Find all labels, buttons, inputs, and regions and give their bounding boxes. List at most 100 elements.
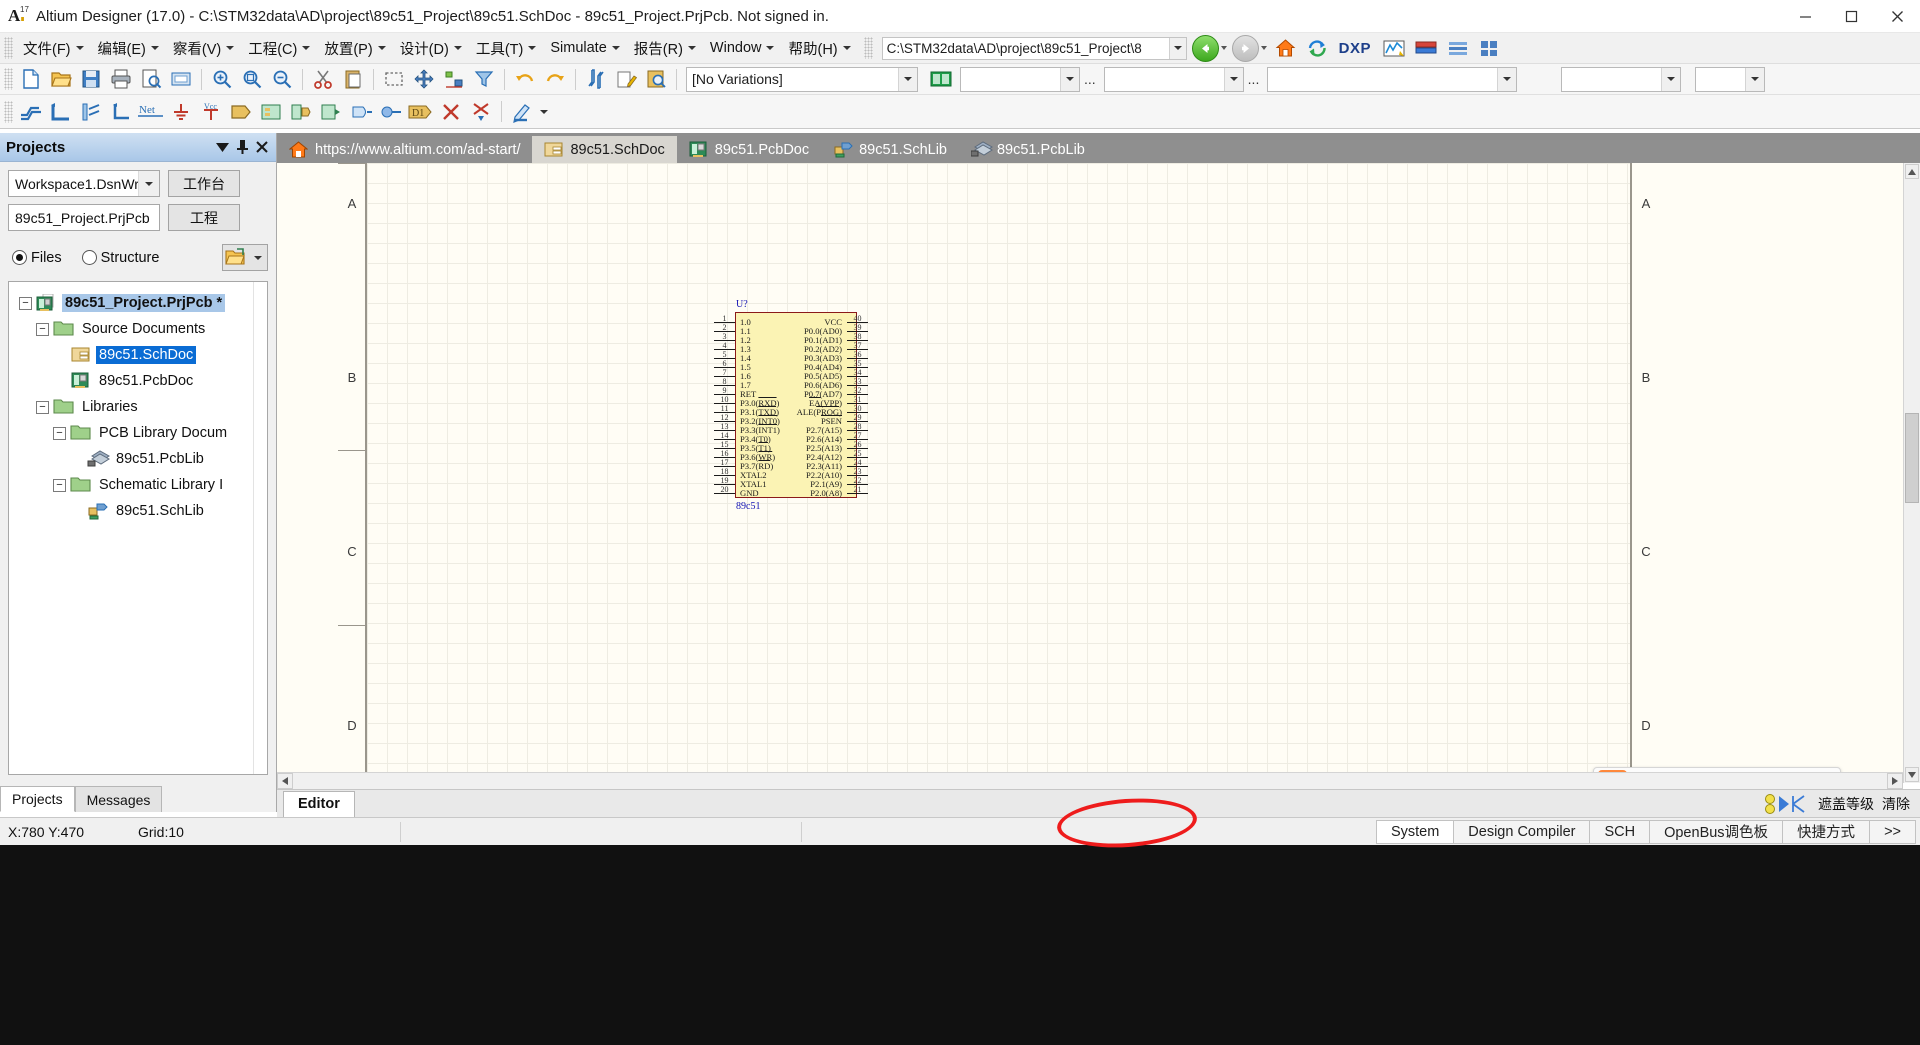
refresh-button[interactable] — [1304, 36, 1331, 61]
radio-files[interactable] — [12, 250, 27, 265]
menu-drag-grip[interactable] — [4, 37, 13, 59]
scroll-left-icon[interactable] — [277, 773, 293, 789]
place-part-button[interactable] — [226, 98, 256, 125]
panel-menu-chevron-icon[interactable] — [216, 142, 229, 152]
align-panel-icon[interactable] — [1445, 36, 1472, 61]
menu-reports[interactable]: 报告(R) — [627, 36, 703, 61]
toolbar-combo-1-dropdown[interactable] — [1060, 67, 1079, 91]
place-bus-button[interactable] — [46, 98, 76, 125]
tree-item-project[interactable]: − 89c51_Project.PrjPcb * — [9, 290, 267, 316]
workspace-dropdown[interactable] — [138, 171, 159, 196]
menu-design[interactable]: 设计(D) — [393, 36, 469, 61]
radio-structure[interactable] — [81, 250, 97, 265]
panel-pin-icon[interactable] — [237, 140, 248, 154]
menu-help[interactable]: 帮助(H) — [781, 36, 857, 61]
maximize-button[interactable] — [1828, 0, 1874, 33]
update-from-pcb-button[interactable] — [926, 66, 956, 93]
select-area-button[interactable] — [379, 66, 409, 93]
toolbar-combo-3-dropdown[interactable] — [1497, 67, 1517, 91]
nav-toolbar-grip[interactable] — [863, 37, 873, 59]
toolbar-combo-2-dropdown[interactable] — [1223, 67, 1243, 91]
component-89c51[interactable]: U? 89c51 1 1.0 2 1.1 3 1.2 4 1.3 5 1.4 6 1.5 7 1.6 8 1.… — [710, 299, 872, 512]
signal-analysis-icon[interactable] — [1381, 36, 1408, 61]
toolbar-combo-4-dropdown[interactable] — [1661, 67, 1681, 91]
paste-button[interactable] — [338, 66, 368, 93]
scroll-right-icon[interactable] — [1887, 773, 1903, 789]
menu-window[interactable]: Window — [703, 36, 782, 61]
toolbar-combo-5[interactable] — [1695, 66, 1766, 92]
schematic-canvas[interactable]: A B C D A B C D U? 89c51 1 1.0 2 1.1 3 1.2 4 1.… — [277, 163, 1920, 783]
minimize-button[interactable] — [1782, 0, 1828, 33]
align-button[interactable] — [439, 66, 469, 93]
tree-item-schdoc[interactable]: 89c51.SchDoc — [9, 342, 267, 368]
layers-panel-icon[interactable] — [1413, 36, 1440, 61]
place-sheet-entry-button[interactable] — [286, 98, 316, 125]
address-bar-dropdown[interactable] — [1168, 37, 1186, 59]
toolbar-combo-4[interactable] — [1561, 66, 1682, 92]
toolbar-ellipsis-1[interactable]: ... — [1084, 71, 1096, 87]
back-history-chevron-icon[interactable] — [1220, 46, 1227, 50]
expander-minus-icon[interactable]: − — [53, 478, 66, 492]
drawing-tools-chevron-icon[interactable] — [540, 109, 548, 114]
menu-view[interactable]: 察看(V) — [166, 36, 241, 61]
open-project-dropdown-button[interactable] — [222, 244, 268, 271]
doc-tab-ad-start[interactable]: https://www.altium.com/ad-start/ — [277, 136, 533, 163]
workspace-combo[interactable]: Workspace1.DsnWrk — [8, 170, 160, 197]
annotate-button[interactable] — [581, 66, 611, 93]
browse-library-button[interactable] — [641, 66, 671, 93]
save-button[interactable] — [76, 66, 106, 93]
place-gnd-power-port-button[interactable] — [166, 98, 196, 125]
systab-system[interactable]: System — [1375, 819, 1454, 844]
project-button[interactable]: 工程 — [168, 204, 240, 231]
tree-item-pcbdoc[interactable]: 89c51.PcbDoc — [9, 368, 267, 394]
place-port-button[interactable] — [376, 98, 406, 125]
place-no-erc-button[interactable] — [436, 98, 466, 125]
doc-tab-schlib[interactable]: 89c51.SchLib — [821, 136, 959, 163]
toolbar-ellipsis-2[interactable]: ... — [1248, 71, 1260, 87]
scroll-down-icon[interactable] — [1905, 767, 1919, 782]
close-button[interactable] — [1874, 0, 1920, 33]
tree-item-pcblib[interactable]: 89c51.PcbLib — [9, 446, 267, 472]
systab-sch[interactable]: SCH — [1589, 819, 1650, 844]
toolbar-combo-3[interactable] — [1267, 66, 1518, 92]
place-harness-connector-button[interactable] — [346, 98, 376, 125]
toolbar-combo-5-dropdown[interactable] — [1745, 67, 1765, 91]
new-document-button[interactable] — [16, 66, 46, 93]
expander-minus-icon[interactable]: − — [19, 296, 32, 310]
place-wire-button[interactable] — [16, 98, 46, 125]
menu-simulate[interactable]: Simulate — [543, 36, 626, 61]
project-value[interactable]: 89c51_Project.PrjPcb — [8, 204, 160, 231]
toolbar-combo-1[interactable] — [960, 66, 1080, 92]
forward-history-chevron-icon[interactable] — [1260, 46, 1267, 50]
doc-tab-pcblib[interactable]: 89c51.PcbLib — [958, 136, 1097, 163]
place-sheet-symbol-button[interactable] — [256, 98, 286, 125]
tree-item-pcb-library-documents[interactable]: − PCB Library Docum — [9, 420, 267, 446]
place-offsheet-connector-button[interactable]: D1 — [406, 98, 436, 125]
systab-shortcuts[interactable]: 快捷方式 — [1782, 819, 1870, 844]
scroll-up-icon[interactable] — [1905, 164, 1919, 179]
canvas-vertical-scrollbar[interactable] — [1903, 163, 1920, 783]
place-bus-entry-button[interactable] — [76, 98, 106, 125]
canvas-horizontal-scrollbar[interactable] — [277, 772, 1903, 789]
toolbar-grip[interactable] — [4, 68, 13, 90]
panel-close-icon[interactable] — [256, 141, 268, 153]
menu-file[interactable]: 文件(F) — [16, 36, 91, 61]
clear-mask-label[interactable]: 清除 — [1882, 794, 1910, 814]
undo-button[interactable] — [510, 66, 540, 93]
edit-properties-button[interactable] — [611, 66, 641, 93]
systab-openbus[interactable]: OpenBus调色板 — [1649, 819, 1783, 844]
print-button[interactable] — [106, 66, 136, 93]
address-bar[interactable]: C:\STM32data\AD\project\89c51_Project\8 — [881, 36, 1187, 60]
doc-tab-schdoc[interactable]: 89c51.SchDoc — [532, 136, 677, 163]
grid-panel-icon[interactable] — [1477, 36, 1504, 61]
home-button[interactable] — [1272, 36, 1299, 61]
systab-more[interactable]: >> — [1869, 819, 1916, 844]
print-preview-button[interactable] — [136, 66, 166, 93]
open-device-view-button[interactable] — [166, 66, 196, 93]
workspace-button[interactable]: 工作台 — [168, 170, 240, 197]
place-device-sheet-button[interactable] — [316, 98, 346, 125]
menu-edit[interactable]: 编辑(E) — [91, 36, 166, 61]
zoom-in-button[interactable] — [207, 66, 237, 93]
expander-minus-icon[interactable]: − — [36, 322, 49, 336]
menu-place[interactable]: 放置(P) — [317, 36, 392, 61]
